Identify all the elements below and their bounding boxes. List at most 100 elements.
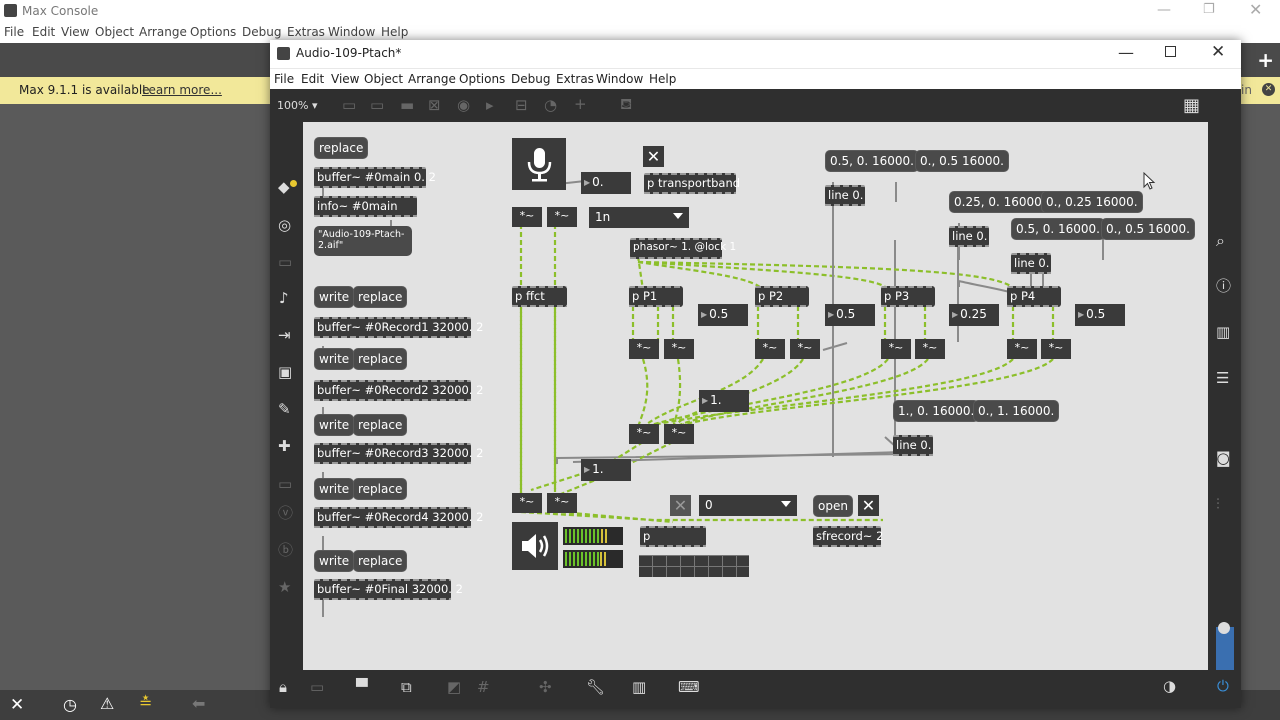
ffct-subpatcher[interactable]: p ffct (512, 286, 567, 307)
menu-help[interactable]: Help (381, 25, 408, 39)
camera-icon[interactable]: ◙ (1216, 451, 1231, 466)
write-message-2[interactable]: write (314, 348, 355, 370)
toolbar-paint-icon[interactable]: ⛾ (620, 97, 632, 112)
v-icon[interactable]: ⓥ (278, 506, 293, 521)
menu-view[interactable]: View (331, 72, 359, 86)
audio-status-icon[interactable]: ◑ (1163, 679, 1176, 694)
close-icon[interactable]: ✕ (1211, 42, 1225, 62)
menu-window[interactable]: Window (328, 25, 375, 39)
lock-icon[interactable]: 🔒︎ (279, 680, 287, 695)
gain-number-1[interactable]: 0.5 (698, 304, 748, 326)
warning-icon[interactable]: ⚠ (100, 694, 114, 713)
list-icon[interactable]: ☰ (1216, 371, 1229, 386)
menu-window[interactable]: Window (596, 72, 643, 86)
learn-more-link[interactable]: Learn more... (142, 83, 222, 97)
toggle-record[interactable]: ✕ (670, 495, 691, 516)
mul-mix-right[interactable]: *~ (664, 424, 694, 444)
menu-debug[interactable]: Debug (242, 25, 281, 39)
new-view-icon[interactable]: ⧉ (401, 680, 412, 695)
restore-icon[interactable]: ❐ (1203, 2, 1215, 17)
replace-message-1[interactable]: replace (353, 286, 408, 308)
toggle-sfrecord[interactable]: ✕ (858, 495, 879, 516)
device-icon[interactable]: ▭ (278, 477, 292, 492)
minimize-icon[interactable]: — (1118, 43, 1134, 62)
menu-extras[interactable]: Extras (287, 25, 325, 39)
replace-message-2[interactable]: replace (353, 348, 408, 370)
menu-extras[interactable]: Extras (556, 72, 594, 86)
multislider-object[interactable] (639, 555, 749, 577)
gain-number-3[interactable]: 0.25 (949, 304, 999, 326)
menu-help[interactable]: Help (649, 72, 676, 86)
write-message-4[interactable]: write (314, 478, 355, 500)
buffer-final-object[interactable]: buffer~ #0Final 32000. 2 (314, 579, 463, 600)
p4-subpatcher[interactable]: p P4 (1007, 286, 1061, 307)
image-icon[interactable]: ▣ (278, 365, 292, 380)
plugin-icon[interactable]: ✚ (278, 439, 291, 454)
toolbar-dial-icon[interactable]: ◔ (544, 98, 557, 113)
gain-number-4[interactable]: 0.5 (1075, 304, 1125, 326)
mul-out-right[interactable]: *~ (547, 493, 577, 513)
replace-message-3[interactable]: replace (353, 414, 408, 436)
mixer-icon[interactable]: ⫶ (1216, 497, 1220, 512)
toolbar-toggle-icon[interactable]: ⊠ (428, 98, 441, 113)
buffer-record1-object[interactable]: buffer~ #0Record1 32000. 2 (314, 317, 483, 338)
speaker-output-object[interactable] (512, 522, 558, 570)
mul-p3-right[interactable]: *~ (915, 339, 945, 359)
buffer-record4-object[interactable]: buffer~ #0Record4 32000. 2 (314, 507, 483, 528)
menu-file[interactable]: File (4, 25, 24, 39)
p3-subpatcher[interactable]: p P3 (881, 286, 935, 307)
write-message-3[interactable]: write (314, 414, 355, 436)
mul-mix-left[interactable]: *~ (629, 424, 659, 444)
menu-view[interactable]: View (61, 25, 89, 39)
mix-number-2[interactable]: 1. (581, 459, 631, 481)
menu-edit[interactable]: Edit (32, 25, 55, 39)
menu-file[interactable]: File (274, 72, 294, 86)
p-subpatcher[interactable]: p (640, 526, 706, 547)
line-object-b[interactable]: line 0. (949, 226, 989, 247)
maximize-icon[interactable] (1165, 46, 1176, 57)
toggle-transport[interactable]: ✕ (643, 146, 664, 167)
mul-p4-right[interactable]: *~ (1041, 339, 1071, 359)
mic-input-object[interactable] (512, 138, 566, 190)
tempo-menu[interactable]: 1n (589, 207, 689, 228)
menu-debug[interactable]: Debug (511, 72, 550, 86)
line-object-c[interactable]: line 0. (1011, 253, 1051, 274)
replace-message-4[interactable]: replace (353, 478, 408, 500)
toolbar-add-icon[interactable]: + (574, 97, 587, 112)
grid-icon[interactable]: ▦ (1183, 97, 1200, 115)
mix-number-1[interactable]: 1. (699, 390, 749, 412)
mul-p2-right[interactable]: *~ (790, 339, 820, 359)
toolbar-slider-icon[interactable]: ⊟ (515, 98, 528, 113)
mul-p3-left[interactable]: *~ (881, 339, 911, 359)
sfrecord-object[interactable]: sfrecord~ 2 (813, 526, 883, 547)
dismiss-icon[interactable]: ✕ (1262, 83, 1275, 96)
keyboard-icon[interactable]: ⌨ (678, 680, 700, 695)
toolbar-number-icon[interactable]: ▸ (486, 98, 494, 113)
menu-object[interactable]: Object (95, 25, 134, 39)
select-menu[interactable]: 0 (699, 495, 797, 516)
toolbar-comment-icon[interactable]: ▬ (400, 98, 414, 113)
presentation-icon[interactable]: ▭ (278, 255, 292, 270)
menu-options[interactable]: Options (190, 25, 236, 39)
ramp-message-c2[interactable]: 0., 0.5 16000. (1101, 218, 1195, 240)
wrench-icon[interactable]: 🔧︎ (586, 680, 605, 695)
clock-icon[interactable]: ◷ (63, 695, 77, 714)
add-icon[interactable]: + (1257, 48, 1274, 72)
menu-arrange[interactable]: Arrange (139, 25, 187, 39)
book-icon[interactable]: ▥ (1216, 325, 1230, 340)
close-icon[interactable]: ✕ (1249, 0, 1262, 19)
debug-icon[interactable]: ✣ (539, 680, 552, 695)
mul-p1-right[interactable]: *~ (664, 339, 694, 359)
step-icon[interactable]: ⇥ (278, 328, 291, 343)
buffer-record2-object[interactable]: buffer~ #0Record2 32000. 2 (314, 380, 483, 401)
mul-p2-left[interactable]: *~ (755, 339, 785, 359)
line-object-a[interactable]: line 0. (825, 185, 865, 206)
ramp-message-a1[interactable]: 0.5, 0. 16000. (825, 150, 919, 172)
package-icon[interactable]: ◆ (278, 180, 290, 195)
info-icon[interactable]: ⓘ (1216, 279, 1231, 294)
write-message-1[interactable]: write (314, 286, 355, 308)
mul-signal-2[interactable]: *~ (547, 207, 577, 227)
zoom-level[interactable]: 100% ▾ (277, 99, 317, 112)
mul-p1-left[interactable]: *~ (629, 339, 659, 359)
edit-icon[interactable]: ▭ (310, 680, 324, 695)
